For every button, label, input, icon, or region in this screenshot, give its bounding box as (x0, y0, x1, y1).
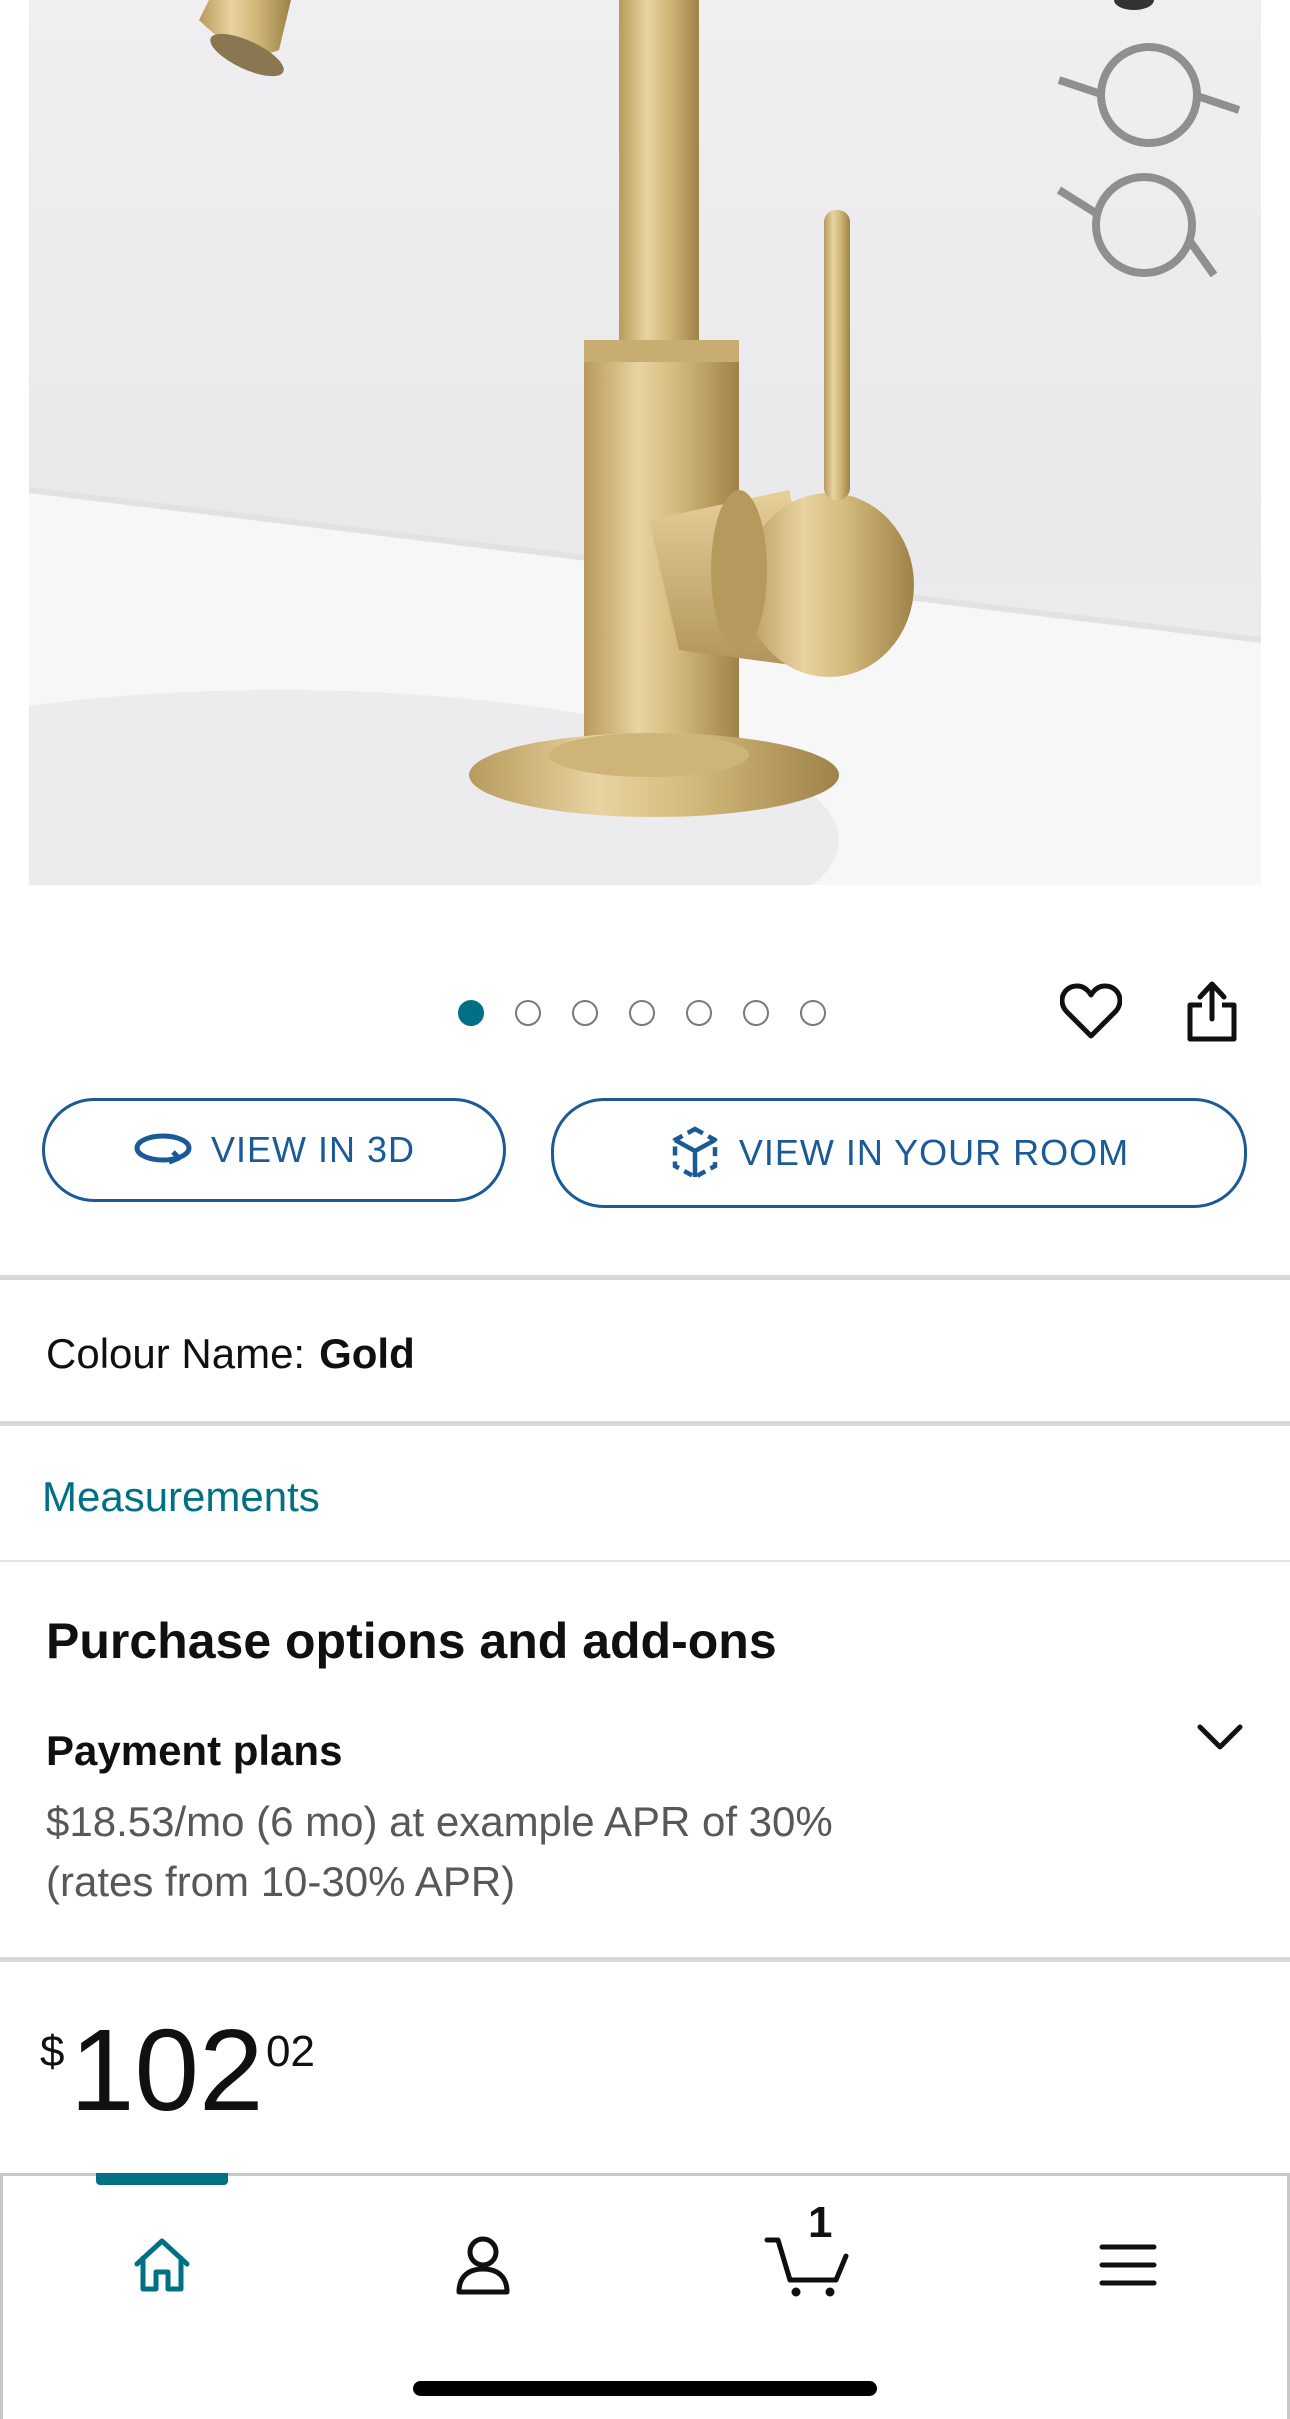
home-icon (134, 2238, 190, 2292)
section-divider (0, 1275, 1290, 1280)
nav-account[interactable] (428, 2210, 538, 2320)
nav-cart[interactable] (752, 2210, 862, 2320)
carousel-dot[interactable] (629, 1000, 655, 1026)
colour-name-row: Colour Name: Gold (46, 1330, 415, 1378)
wishlist-button[interactable] (1056, 976, 1126, 1046)
share-icon (1187, 981, 1237, 1042)
price-whole: 102 (70, 2005, 264, 2135)
payment-plan-rates: (rates from 10-30% APR) (46, 1858, 516, 1905)
active-tab-indicator (96, 2173, 228, 2185)
carousel-dot[interactable] (572, 1000, 598, 1026)
view-in-3d-button[interactable]: VIEW IN 3D (42, 1098, 506, 1202)
ar-cube-icon (672, 1126, 718, 1180)
carousel-dot[interactable] (800, 1000, 826, 1026)
menu-icon (1099, 2244, 1157, 2286)
nav-home[interactable] (107, 2210, 217, 2320)
cart-icon (764, 2237, 849, 2297)
nav-menu[interactable] (1073, 2210, 1183, 2320)
account-icon (456, 2236, 510, 2295)
carousel-dot[interactable] (743, 1000, 769, 1026)
chevron-down-icon[interactable] (1190, 1712, 1250, 1762)
view-in-your-room-label: VIEW IN YOUR ROOM (738, 1132, 1130, 1173)
view-in-your-room-button[interactable]: VIEW IN YOUR ROOM (551, 1098, 1247, 1208)
carousel-dot[interactable] (458, 1000, 484, 1026)
section-divider (0, 1421, 1290, 1426)
purchase-options-title: Purchase options and add-ons (46, 1613, 777, 1669)
cart-count-badge: 1 (808, 2198, 833, 2247)
image-carousel-dots[interactable] (458, 1000, 826, 1026)
carousel-dot[interactable] (515, 1000, 541, 1026)
share-button[interactable] (1177, 976, 1247, 1046)
heart-icon (1060, 983, 1122, 1039)
faucet-illustration (29, 0, 1261, 885)
section-divider (0, 1957, 1290, 1962)
colour-name-label: Colour Name: (46, 1330, 306, 1377)
product-image[interactable] (29, 0, 1261, 885)
price-currency-symbol: $ (40, 2027, 65, 2076)
section-divider (0, 1560, 1290, 1562)
view-in-3d-label: VIEW IN 3D (210, 1129, 416, 1170)
measurements-link[interactable]: Measurements (42, 1473, 320, 1521)
payment-plans-title: Payment plans (46, 1727, 343, 1774)
rotate-3d-icon (134, 1133, 192, 1165)
price-fraction: 02 (266, 2027, 315, 2076)
colour-name-value: Gold (319, 1330, 415, 1377)
carousel-dot[interactable] (686, 1000, 712, 1026)
home-indicator (413, 2381, 877, 2396)
payment-plan-detail: $18.53/mo (6 mo) at example APR of 30% (46, 1798, 833, 1845)
